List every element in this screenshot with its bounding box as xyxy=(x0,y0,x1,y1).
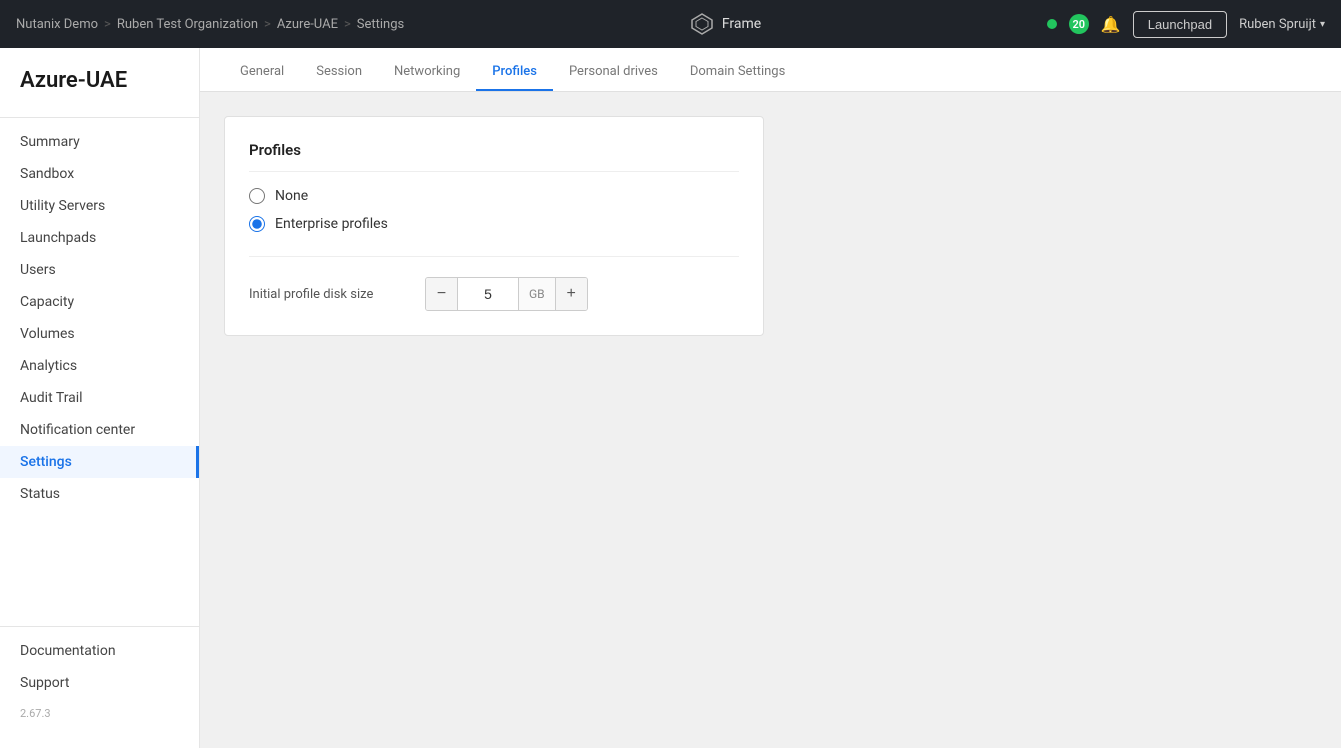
tab-general[interactable]: General xyxy=(224,54,300,91)
main-content: General Session Networking Profiles Pers… xyxy=(200,48,1341,748)
disk-size-label: Initial profile disk size xyxy=(249,287,409,302)
sidebar-item-support[interactable]: Support xyxy=(0,667,199,699)
tab-profiles[interactable]: Profiles xyxy=(476,54,553,91)
radio-enterprise[interactable]: Enterprise profiles xyxy=(249,216,739,232)
separator-2: > xyxy=(264,17,271,32)
tab-personal-drives[interactable]: Personal drives xyxy=(553,54,674,91)
disk-size-increment-button[interactable]: + xyxy=(555,278,587,310)
sidebar-item-documentation[interactable]: Documentation xyxy=(0,635,199,667)
radio-enterprise-label: Enterprise profiles xyxy=(275,216,388,232)
radio-enterprise-input[interactable] xyxy=(249,216,265,232)
sidebar-item-utility-servers[interactable]: Utility Servers xyxy=(0,190,199,222)
breadcrumb-nutanix[interactable]: Nutanix Demo xyxy=(16,17,98,32)
content-area: Profiles None Enterprise profiles Initi xyxy=(200,92,1341,748)
tab-session[interactable]: Session xyxy=(300,54,378,91)
breadcrumb-org[interactable]: Ruben Test Organization xyxy=(117,17,258,32)
bell-icon[interactable]: 🔔 xyxy=(1101,15,1121,34)
disk-size-unit: GB xyxy=(518,278,555,310)
card-divider xyxy=(249,256,739,257)
user-menu[interactable]: Ruben Spruijt ▾ xyxy=(1239,17,1325,32)
sidebar-item-users[interactable]: Users xyxy=(0,254,199,286)
sidebar-bottom: Documentation Support 2.67.3 xyxy=(0,602,199,728)
breadcrumb-azure[interactable]: Azure-UAE xyxy=(277,17,338,32)
status-dot-icon xyxy=(1047,19,1057,29)
sidebar-divider-top xyxy=(0,117,199,118)
app-brand: Frame xyxy=(690,12,761,36)
tab-networking[interactable]: Networking xyxy=(378,54,476,91)
sidebar-item-notification-center[interactable]: Notification center xyxy=(0,414,199,446)
frame-logo-icon xyxy=(690,12,714,36)
sidebar-item-volumes[interactable]: Volumes xyxy=(0,318,199,350)
disk-size-decrement-button[interactable]: − xyxy=(426,278,458,310)
sidebar-item-status[interactable]: Status xyxy=(0,478,199,510)
version-label: 2.67.3 xyxy=(0,699,199,728)
radio-none[interactable]: None xyxy=(249,188,739,204)
profiles-card-title: Profiles xyxy=(249,141,739,172)
sidebar-item-launchpads[interactable]: Launchpads xyxy=(0,222,199,254)
sidebar-item-summary[interactable]: Summary xyxy=(0,126,199,158)
breadcrumb-settings[interactable]: Settings xyxy=(357,17,404,32)
sidebar-item-capacity[interactable]: Capacity xyxy=(0,286,199,318)
tab-bar: General Session Networking Profiles Pers… xyxy=(200,48,1341,92)
disk-size-control: − GB + xyxy=(425,277,588,311)
disk-size-input[interactable] xyxy=(458,282,518,306)
sidebar-item-sandbox[interactable]: Sandbox xyxy=(0,158,199,190)
top-navigation: Nutanix Demo > Ruben Test Organization >… xyxy=(0,0,1341,48)
sidebar-item-analytics[interactable]: Analytics xyxy=(0,350,199,382)
app-name: Frame xyxy=(722,16,761,32)
disk-size-row: Initial profile disk size − GB + xyxy=(249,277,739,311)
notification-count-badge[interactable]: 20 xyxy=(1069,14,1089,34)
sidebar-title: Azure-UAE xyxy=(0,68,199,109)
profile-type-radio-group: None Enterprise profiles xyxy=(249,188,739,232)
separator-1: > xyxy=(104,17,111,32)
radio-none-label: None xyxy=(275,188,308,204)
user-name: Ruben Spruijt xyxy=(1239,17,1316,32)
sidebar-item-settings[interactable]: Settings xyxy=(0,446,199,478)
sidebar: Azure-UAE Summary Sandbox Utility Server… xyxy=(0,48,200,748)
launchpad-button[interactable]: Launchpad xyxy=(1133,11,1227,38)
tab-domain-settings[interactable]: Domain Settings xyxy=(674,54,801,91)
separator-3: > xyxy=(344,17,351,32)
chevron-down-icon: ▾ xyxy=(1320,19,1325,30)
profiles-card: Profiles None Enterprise profiles Initi xyxy=(224,116,764,336)
topnav-actions: 20 🔔 Launchpad Ruben Spruijt ▾ xyxy=(1047,11,1325,38)
radio-none-input[interactable] xyxy=(249,188,265,204)
breadcrumb: Nutanix Demo > Ruben Test Organization >… xyxy=(16,17,404,32)
sidebar-item-audit-trail[interactable]: Audit Trail xyxy=(0,382,199,414)
sidebar-divider-bottom xyxy=(0,626,199,627)
